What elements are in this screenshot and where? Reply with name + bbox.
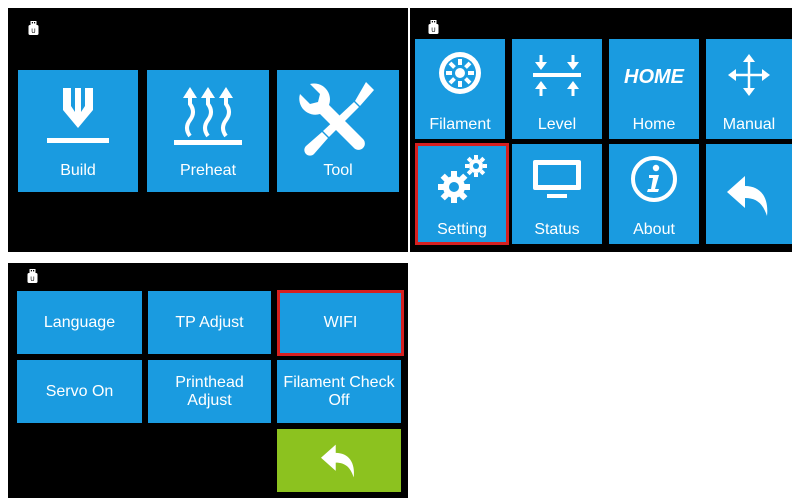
tp-adjust-label: TP Adjust bbox=[175, 313, 244, 331]
svg-text:U: U bbox=[431, 27, 435, 34]
home-label: Home bbox=[632, 116, 676, 133]
filament-button[interactable]: Filament bbox=[415, 39, 505, 139]
back-arrow-icon bbox=[727, 176, 768, 216]
settings-menu-panel: U Language TP Adjust WIFI Servo On Print… bbox=[8, 263, 408, 498]
home-icon: HOME bbox=[624, 66, 684, 88]
build-icon bbox=[47, 88, 109, 143]
filament-label: Filament bbox=[429, 116, 491, 133]
language-button[interactable]: Language bbox=[17, 291, 142, 354]
tool-button[interactable]: Tool bbox=[277, 70, 399, 192]
svg-text:U: U bbox=[30, 276, 34, 283]
status-button[interactable]: Status bbox=[512, 144, 602, 244]
setting-label: Setting bbox=[437, 221, 487, 238]
status-label: Status bbox=[534, 221, 580, 238]
tp-adjust-button[interactable]: TP Adjust bbox=[148, 291, 271, 354]
setting-button[interactable]: Setting bbox=[415, 143, 509, 245]
move-arrows-icon bbox=[728, 54, 770, 96]
back-button[interactable] bbox=[706, 144, 792, 244]
filament-check-button[interactable]: Filament Check Off bbox=[277, 360, 401, 423]
about-label: About bbox=[633, 221, 675, 238]
manual-label: Manual bbox=[722, 116, 776, 133]
filament-check-label-line1: Filament Check bbox=[283, 373, 395, 391]
level-button[interactable]: Level bbox=[512, 39, 602, 139]
wifi-button[interactable]: WIFI bbox=[277, 290, 404, 356]
gears-icon bbox=[438, 155, 487, 203]
usb-icon: U bbox=[27, 269, 38, 283]
home-button[interactable]: HOME Home bbox=[609, 39, 699, 139]
tool-label: Tool bbox=[323, 162, 353, 179]
monitor-icon bbox=[533, 160, 581, 198]
printhead-adjust-label-line1: Printhead bbox=[175, 373, 244, 391]
filament-spool-icon bbox=[439, 52, 481, 94]
level-icon bbox=[533, 55, 581, 96]
wrench-screwdriver-icon bbox=[299, 82, 374, 156]
preheat-button[interactable]: Preheat bbox=[147, 70, 269, 192]
printhead-adjust-label-line2: Adjust bbox=[187, 391, 232, 409]
tool-menu-panel: U Filament Level HOME Home Manual Settin… bbox=[410, 8, 792, 252]
servo-label: Servo On bbox=[45, 382, 114, 400]
info-icon bbox=[631, 156, 677, 202]
heat-waves-icon bbox=[174, 87, 242, 145]
svg-text:U: U bbox=[31, 28, 35, 35]
back-arrow-icon bbox=[321, 444, 354, 477]
settings-back-button[interactable] bbox=[277, 429, 401, 492]
filament-check-label-line2: Off bbox=[328, 391, 350, 409]
language-label: Language bbox=[43, 313, 116, 331]
level-label: Level bbox=[537, 116, 577, 133]
manual-button[interactable]: Manual bbox=[706, 39, 792, 139]
wifi-label: WIFI bbox=[323, 314, 358, 331]
printhead-adjust-button[interactable]: Printhead Adjust bbox=[148, 360, 271, 423]
build-label: Build bbox=[60, 162, 96, 179]
usb-icon: U bbox=[28, 21, 39, 35]
main-menu-panel: U Build Preheat Tool bbox=[8, 8, 408, 252]
usb-icon: U bbox=[428, 20, 439, 34]
about-button[interactable]: About bbox=[609, 144, 699, 244]
servo-button[interactable]: Servo On bbox=[17, 360, 142, 423]
build-button[interactable]: Build bbox=[18, 70, 138, 192]
preheat-label: Preheat bbox=[179, 162, 237, 179]
